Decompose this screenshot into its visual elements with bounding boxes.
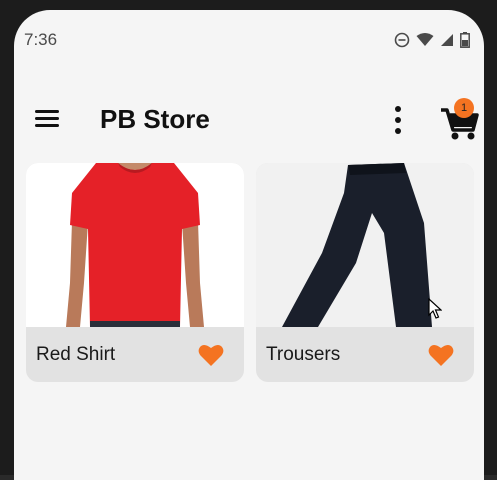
product-name: Red Shirt bbox=[36, 343, 116, 365]
product-card[interactable]: Trousers bbox=[256, 163, 474, 382]
product-card-footer: Red Shirt bbox=[26, 327, 244, 382]
product-card[interactable]: Red Shirt bbox=[26, 163, 244, 382]
wifi-icon bbox=[416, 33, 434, 46]
device-frame: 7:36 PB Store 1 Red Shirt Trousers bbox=[0, 0, 497, 480]
product-grid: Red Shirt Trousers bbox=[26, 163, 474, 382]
battery-icon bbox=[460, 32, 470, 48]
cart-badge: 1 bbox=[454, 98, 474, 118]
do-not-disturb-icon bbox=[394, 32, 410, 48]
menu-icon[interactable] bbox=[35, 110, 59, 130]
status-icons bbox=[394, 32, 470, 48]
status-bar: 7:36 bbox=[14, 10, 484, 70]
red-shirt-image bbox=[66, 163, 204, 327]
signal-icon bbox=[441, 34, 453, 46]
heart-icon[interactable] bbox=[428, 343, 454, 367]
status-time: 7:36 bbox=[24, 30, 58, 49]
heart-icon[interactable] bbox=[198, 343, 224, 367]
app-bar: PB Store 1 bbox=[14, 94, 484, 150]
mouse-cursor-icon bbox=[428, 298, 442, 319]
product-image-red-shirt bbox=[26, 163, 244, 327]
product-card-footer: Trousers bbox=[256, 327, 474, 382]
cart-button[interactable]: 1 bbox=[440, 98, 480, 142]
app-screen: 7:36 PB Store 1 Red Shirt Trousers bbox=[14, 10, 484, 480]
more-options-icon[interactable] bbox=[390, 106, 406, 134]
product-name: Trousers bbox=[266, 343, 341, 365]
page-title: PB Store bbox=[100, 104, 210, 134]
